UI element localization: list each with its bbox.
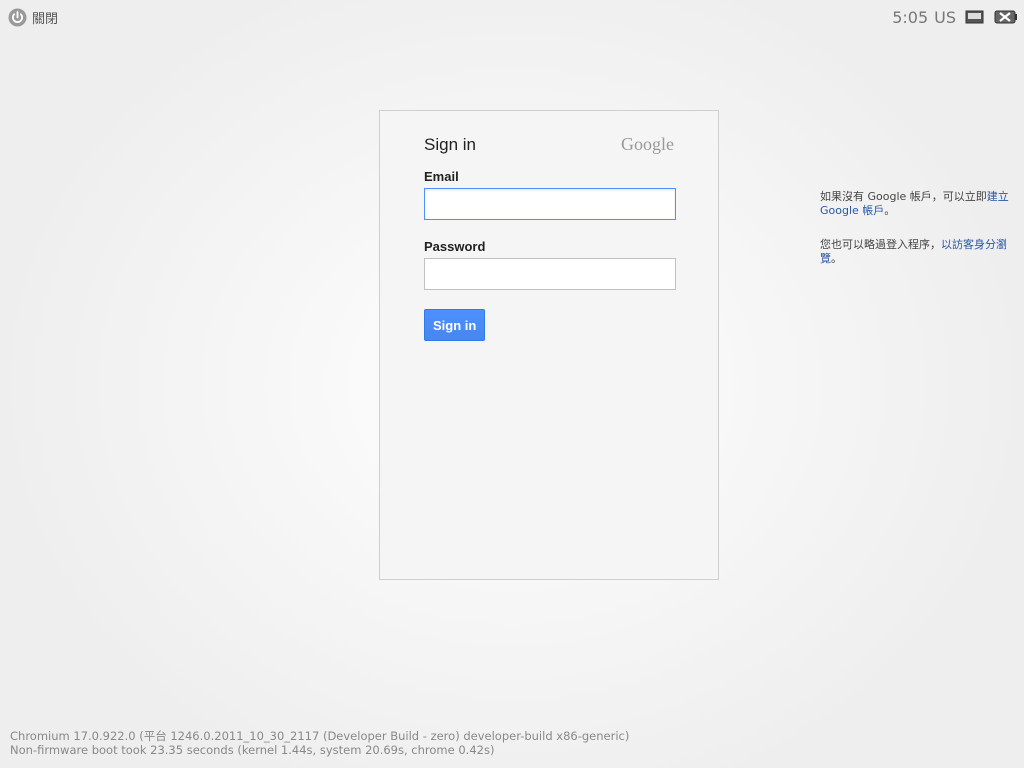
boot-time-line: Non-firmware boot took 23.35 seconds (ke… <box>10 743 495 757</box>
signin-card: Sign in Google Email Password Sign in <box>379 110 719 580</box>
version-info: Chromium 17.0.922.0 (平台 1246.0.2011_10_3… <box>10 729 629 757</box>
signin-button[interactable]: Sign in <box>424 309 486 341</box>
create-account-help: 如果沒有 Google 帳戶，可以立即建立 Google 帳戶。 <box>820 190 1014 218</box>
password-label: Password <box>424 239 486 254</box>
version-line: Chromium 17.0.922.0 (平台 1246.0.2011_10_3… <box>10 729 630 743</box>
guest-prefix: 您也可以略過登入程序， <box>820 238 941 251</box>
shutdown-label: 關閉 <box>32 11 59 27</box>
guest-help: 您也可以略過登入程序，以訪客身分瀏覽。 <box>820 238 1014 266</box>
email-field[interactable] <box>424 188 676 220</box>
battery-icon[interactable] <box>994 8 1017 26</box>
create-account-suffix: 。 <box>884 204 896 217</box>
google-logo: Google <box>621 134 674 154</box>
guest-suffix: 。 <box>831 252 842 265</box>
power-icon <box>8 8 27 27</box>
shutdown-button[interactable]: 關閉 <box>8 7 58 27</box>
input-method-indicator[interactable]: US <box>934 8 956 27</box>
status-area: 5:05 US <box>892 6 1017 28</box>
network-icon[interactable] <box>964 8 986 26</box>
email-label: Email <box>424 169 459 184</box>
clock[interactable]: 5:05 <box>892 8 928 27</box>
password-field[interactable] <box>424 258 676 290</box>
signin-title: Sign in <box>424 135 476 154</box>
create-account-prefix: 如果沒有 Google 帳戶，可以立即 <box>820 190 987 203</box>
